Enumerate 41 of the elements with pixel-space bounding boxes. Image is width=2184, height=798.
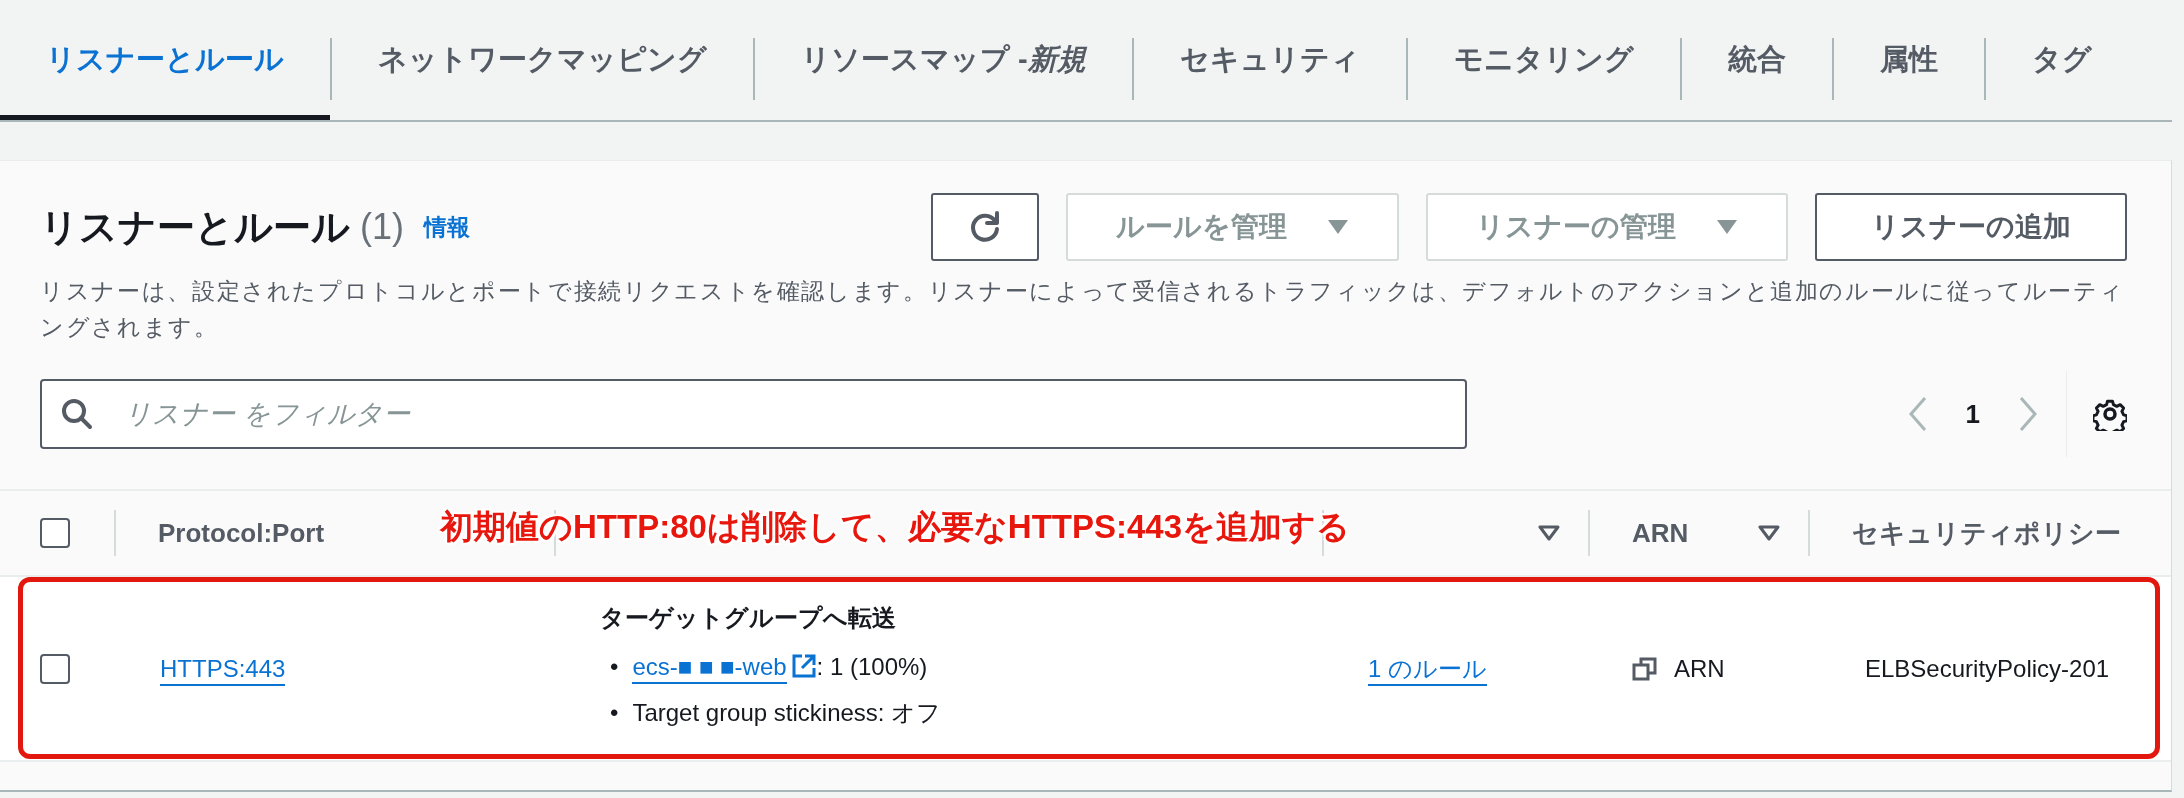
refresh-button[interactable]: [931, 193, 1039, 261]
rules-link[interactable]: 1 のルール: [1368, 654, 1487, 686]
info-link[interactable]: 情報: [424, 211, 470, 243]
protocol-port-link[interactable]: HTTPS:443: [160, 654, 286, 686]
refresh-icon: [968, 210, 1002, 244]
security-policy: ELBSecurityPolicy-201: [1865, 654, 2110, 682]
tab[interactable]: 属性: [1833, 0, 1984, 120]
sort-icon[interactable]: [1538, 525, 1560, 541]
target-group-link[interactable]: ecs-■ ■ ■-web: [632, 652, 787, 684]
tab[interactable]: 統合: [1681, 0, 1832, 120]
panel-title: リスナーとルール: [40, 204, 350, 250]
column-header[interactable]: Protocol:Port: [158, 517, 325, 549]
caret-icon: [1716, 219, 1738, 235]
tab[interactable]: リスナーとルール: [0, 0, 330, 120]
tab[interactable]: タグ: [1985, 0, 2138, 120]
column-header[interactable]: セキュリティポリシー: [1852, 515, 2121, 551]
external-link-icon[interactable]: [790, 652, 817, 679]
page-number[interactable]: 1: [1965, 398, 1980, 430]
tab[interactable]: セキュリティ: [1133, 0, 1406, 120]
add-listener-button[interactable]: リスナーの追加: [1815, 193, 2127, 261]
row-checkbox[interactable]: [40, 653, 70, 684]
tab[interactable]: リソースマップ -新規: [755, 0, 1132, 120]
settings-icon[interactable]: [2093, 397, 2127, 431]
copy-icon[interactable]: [1632, 655, 1658, 682]
sort-icon[interactable]: [1758, 525, 1780, 541]
action-title: ターゲットグループへ転送: [600, 602, 896, 633]
caret-icon: [1327, 219, 1349, 235]
filter-field[interactable]: リスナー をフィルター: [40, 379, 1467, 449]
description: リスナーは、設定されたプロトコルとポートで接続リクエストを確認します。リスナーによって受信されるトラフィックは、デフォルトのアクションと追加のルールに従ってルーティングされます。: [40, 277, 2126, 342]
weight-text: : 1 (100%): [816, 652, 928, 680]
stickiness-text: Target group stickiness: オフ: [632, 698, 942, 726]
search-icon: [60, 397, 94, 431]
listener-count: (1): [360, 206, 404, 248]
select-all-checkbox[interactable]: [40, 518, 70, 548]
annotation-text: 初期値のHTTP:80は削除して、必要なHTTPS:443を追加する: [440, 507, 1351, 547]
tab[interactable]: モニタリング: [1407, 0, 1680, 120]
tab[interactable]: ネットワークマッピング: [332, 0, 753, 120]
arn-text: ARN: [1674, 654, 1725, 683]
column-header[interactable]: ARN: [1632, 517, 1689, 549]
bullet: •: [610, 652, 619, 680]
bullet: •: [610, 698, 619, 726]
